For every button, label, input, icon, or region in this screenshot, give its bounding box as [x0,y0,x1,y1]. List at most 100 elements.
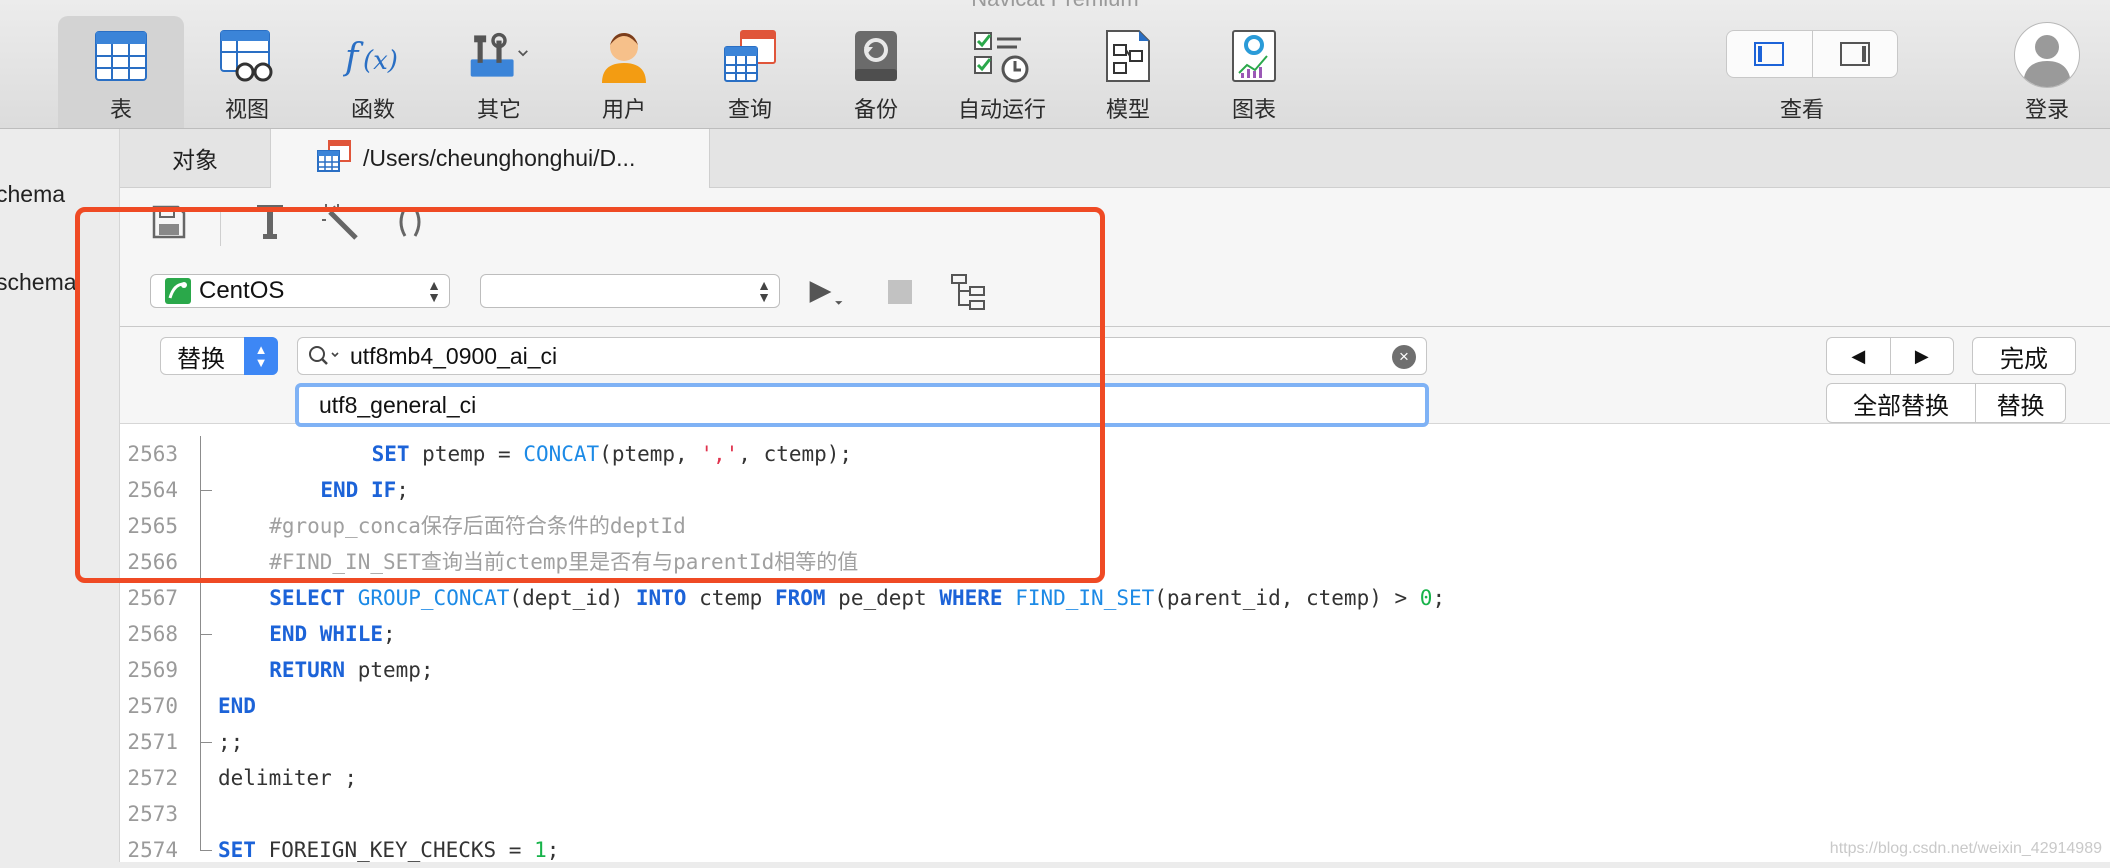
model-icon [1098,26,1158,86]
code-line: 2570 END [120,688,2110,724]
table-icon [91,26,151,86]
beautify-sql-button[interactable] [320,202,360,242]
find-previous-button[interactable]: ◀ [1827,338,1890,374]
replace-all-button[interactable]: 全部替换 [1827,384,1975,422]
replace-input[interactable]: utf8_general_ci [295,383,1429,427]
query-editor-pane: CentOS ▲ ▼ ▲ ▼ 替换 ▲ ▼ utf8mb4_0900_ai_ci × [120,188,2110,862]
sidebar-item-schema-1[interactable]: chema [0,181,65,208]
query-builder-button[interactable] [250,202,290,242]
toolbar-view-button[interactable]: 视图 [184,16,310,128]
toggle-right-panel-button[interactable] [1811,31,1898,77]
line-number: 2565 [127,514,178,538]
code-token: FROM [774,586,826,610]
toolbar-query-button[interactable]: 查询 [687,16,813,128]
centos-connection-icon [165,278,191,304]
code-text: SET ptemp = CONCAT(ptemp, ',', ctemp); [372,436,852,472]
code-token: #FIND_IN_SET查询当前ctemp里是否有与parentId相等的值 [269,550,859,574]
tab-objects[interactable]: 对象 [120,129,270,187]
toolbar-table-button[interactable]: 表 [58,16,184,128]
line-number: 2567 [127,586,178,610]
code-token: (dept_id) [509,586,636,610]
code-text: END IF; [320,472,409,508]
toolbar-function-button[interactable]: f (x) 函数 [310,16,436,128]
connection-name: CentOS [199,277,285,304]
play-icon [809,281,843,305]
next-icon: ▶ [1914,345,1929,366]
fold-guide [200,580,214,616]
automation-icon [972,26,1032,86]
fold-guide [200,832,214,868]
code-line: 2563 SET ptemp = CONCAT(ptemp, ',', ctemp… [120,436,2110,472]
query-toolbar [120,188,2110,259]
sidebar-item-schema-2[interactable]: schema [0,269,77,296]
line-number: 2572 [127,766,178,790]
replace-button[interactable]: 替换 [1975,384,2065,422]
toggle-left-panel-button[interactable] [1727,31,1812,77]
connection-updown-icon: ▲ ▼ [427,277,441,305]
line-number: 2574 [127,838,178,862]
replace-value: utf8_general_ci [319,391,477,418]
fold-guide [200,508,214,544]
fold-guide [200,724,214,760]
toolbar-other-label: 其它 [476,97,521,122]
explain-button[interactable] [950,274,990,310]
code-snippet-button[interactable] [390,202,430,242]
code-line: 2573 [120,796,2110,832]
code-text: END [218,688,256,724]
toolbar-other-button[interactable]: 其它 [436,16,562,128]
user-icon [594,26,654,86]
toolbar-divider [220,208,221,246]
save-button[interactable] [149,202,189,242]
tab-bar: 对象 /Users/cheunghonghui/D... [120,129,2110,188]
find-next-button[interactable]: ▶ [1889,338,1954,374]
code-line: 2572 delimiter ; [120,760,2110,796]
toolbar-view-label: 视图 [224,97,269,122]
toolbar-automation-label: 自动运行 [957,97,1046,122]
toolbar-model-button[interactable]: 模型 [1065,16,1191,128]
code-token: #group_conca保存后面符合条件的deptId [269,514,686,538]
code-text: END WHILE; [269,616,395,652]
toolbar-user-button[interactable]: 用户 [561,16,687,128]
connection-select[interactable]: CentOS ▲ ▼ [150,274,450,308]
database-updown-icon: ▲ ▼ [757,277,771,305]
search-input[interactable]: utf8mb4_0900_ai_ci × [297,337,1427,375]
tab-query-file[interactable]: /Users/cheunghonghui/D... [270,129,710,188]
find-mode-select[interactable]: 替换 ▲ ▼ [160,337,278,375]
toolbar-backup-button[interactable]: 备份 [813,16,939,128]
left-panel-icon [1754,42,1785,66]
search-icon [308,345,342,367]
code-token: ; [546,838,560,862]
code-token: SELECT [269,586,346,610]
previous-icon: ◀ [1851,345,1866,366]
find-navigation: ◀ ▶ [1826,337,1954,375]
watermark: https://blog.csdn.net/weixin_42914989 [1829,840,2102,857]
code-token: delimiter ; [218,766,358,790]
code-token: FOREIGN_KEY_CHECKS = [255,838,535,862]
fold-guide [200,472,214,508]
login-avatar-button[interactable] [2014,22,2080,88]
find-replace-bar: 替换 ▲ ▼ utf8mb4_0900_ai_ci × utf8_general_… [120,327,2110,427]
code-token: ; [382,622,396,646]
line-number: 2570 [127,694,178,718]
toolbar-function-label: 函数 [350,97,395,122]
main-toolbar: Navicat Premium 表 视图 f(x) 函数 其它 用户 查 [0,0,2110,129]
database-select[interactable]: ▲ ▼ [480,274,780,308]
query-file-icon [317,139,351,178]
toolbar-chart-button[interactable]: 图表 [1191,16,1317,128]
code-line: 2564 END IF; [120,472,2110,508]
done-button[interactable]: 完成 [1972,337,2076,375]
code-text: #FIND_IN_SET查询当前ctemp里是否有与parentId相等的值 [269,544,858,580]
code-token: RETURN [269,658,346,682]
tab-query-file-label: /Users/cheunghonghui/D... [363,145,636,171]
clear-search-icon[interactable]: × [1392,345,1416,369]
magic-wand-icon [322,204,358,240]
line-number: 2571 [127,730,178,754]
code-line: 2566 #FIND_IN_SET查询当前ctemp里是否有与parentId相等… [120,544,2110,580]
toolbar-model-label: 模型 [1105,97,1150,122]
run-button[interactable] [806,274,846,310]
toolbar-automation-button[interactable]: 自动运行 [939,16,1065,128]
sql-code-editor[interactable]: 2563 SET ptemp = CONCAT(ptemp, ',', ctemp… [120,436,2110,862]
function-icon: f (x) [343,26,403,86]
stop-button[interactable] [880,274,920,310]
